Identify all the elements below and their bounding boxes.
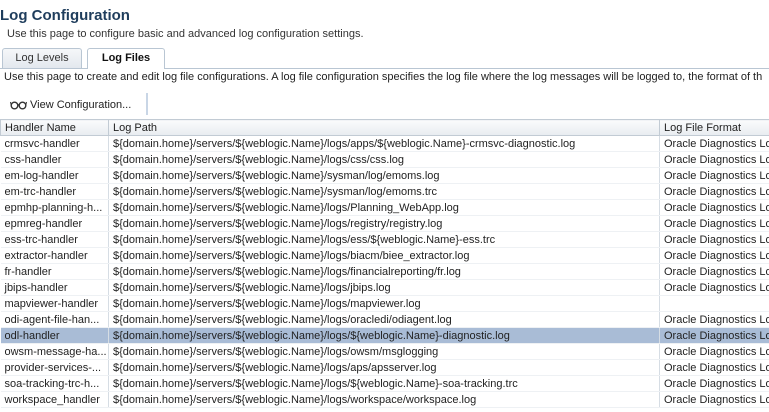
cell-log-file-format: Oracle Diagnostics Log [659, 199, 769, 216]
toolbar: View Configuration... [0, 93, 148, 115]
table-row[interactable]: ess-trc-handler ${domain.home}/servers/${… [0, 231, 769, 248]
tab-bar: Log Levels Log Files [0, 47, 769, 69]
cell-log-path: ${domain.home}/servers/${weblogic.Name}/… [108, 327, 660, 344]
cell-log-path: ${domain.home}/servers/${weblogic.Name}/… [108, 135, 660, 152]
cell-log-path: ${domain.home}/servers/${weblogic.Name}/… [108, 295, 660, 312]
table-row[interactable]: mapviewer-handler ${domain.home}/servers/… [0, 295, 769, 312]
cell-log-path: ${domain.home}/servers/${weblogic.Name}/… [108, 199, 660, 216]
page-description: Use this page to create and edit log fil… [4, 71, 763, 83]
cell-log-path: ${domain.home}/servers/${weblogic.Name}/… [108, 231, 660, 248]
cell-log-path: ${domain.home}/servers/${weblogic.Name}/… [108, 263, 660, 280]
table-row[interactable]: jbips-handler ${domain.home}/servers/${we… [0, 279, 769, 296]
page-subtitle: Use this page to configure basic and adv… [7, 28, 364, 40]
tab-log-levels[interactable]: Log Levels [2, 48, 82, 68]
cell-handler-name: epmhp-planning-h... [0, 199, 109, 216]
column-header-log-file-format[interactable]: Log File Format [659, 119, 769, 136]
cell-log-file-format: Oracle Diagnostics Log [659, 167, 769, 184]
table-row[interactable]: workspace_handler ${domain.home}/servers/… [0, 391, 769, 408]
view-configuration-label: View Configuration... [30, 99, 132, 111]
cell-handler-name: provider-services-... [0, 359, 109, 376]
cell-log-path: ${domain.home}/servers/${weblogic.Name}/… [108, 167, 660, 184]
cell-handler-name: extractor-handler [0, 247, 109, 264]
cell-log-file-format: Oracle Diagnostics Log [659, 135, 769, 152]
cell-handler-name: workspace_handler [0, 391, 109, 408]
table-row[interactable]: provider-services-... ${domain.home}/serv… [0, 359, 769, 376]
cell-log-file-format: Oracle Diagnostics Log [659, 151, 769, 168]
cell-log-file-format: Oracle Diagnostics Log [659, 263, 769, 280]
table-row[interactable]: owsm-message-ha... ${domain.home}/servers… [0, 343, 769, 360]
page-title: Log Configuration [0, 7, 130, 24]
table-row[interactable]: epmhp-planning-h... ${domain.home}/server… [0, 199, 769, 216]
cell-handler-name: odl-handler [0, 327, 109, 344]
cell-log-path: ${domain.home}/servers/${weblogic.Name}/… [108, 375, 660, 392]
view-configuration-button[interactable]: View Configuration... [10, 97, 131, 113]
log-files-table: Handler Name Log Path Log File Format cr… [0, 119, 769, 408]
cell-log-file-format [659, 295, 769, 312]
table-row[interactable]: extractor-handler ${domain.home}/servers/… [0, 247, 769, 264]
cell-log-file-format: Oracle Diagnostics Log [659, 183, 769, 200]
tab-log-files[interactable]: Log Files [87, 48, 165, 69]
cell-handler-name: em-trc-handler [0, 183, 109, 200]
cell-handler-name: fr-handler [0, 263, 109, 280]
table-row[interactable]: crmsvc-handler ${domain.home}/servers/${w… [0, 135, 769, 152]
cell-log-path: ${domain.home}/servers/${weblogic.Name}/… [108, 359, 660, 376]
table-row[interactable]: css-handler ${domain.home}/servers/${webl… [0, 151, 769, 168]
table-row[interactable]: em-log-handler ${domain.home}/servers/${w… [0, 167, 769, 184]
cell-handler-name: mapviewer-handler [0, 295, 109, 312]
table-row[interactable]: soa-tracking-trc-h... ${domain.home}/serv… [0, 375, 769, 392]
table-row[interactable]: epmreg-handler ${domain.home}/servers/${w… [0, 215, 769, 232]
cell-log-path: ${domain.home}/servers/${weblogic.Name}/… [108, 215, 660, 232]
cell-log-file-format: Oracle Diagnostics Log [659, 359, 769, 376]
cell-log-path: ${domain.home}/servers/${weblogic.Name}/… [108, 391, 660, 408]
cell-log-file-format: Oracle Diagnostics Log [659, 375, 769, 392]
cell-log-file-format: Oracle Diagnostics Log [659, 343, 769, 360]
cell-log-file-format: Oracle Diagnostics Log [659, 279, 769, 296]
column-header-log-path[interactable]: Log Path [108, 119, 660, 136]
cell-log-file-format: Oracle Diagnostics Log [659, 391, 769, 408]
cell-handler-name: epmreg-handler [0, 215, 109, 232]
cell-handler-name: odi-agent-file-han... [0, 311, 109, 328]
cell-handler-name: soa-tracking-trc-h... [0, 375, 109, 392]
cell-log-file-format: Oracle Diagnostics Log [659, 231, 769, 248]
cell-log-path: ${domain.home}/servers/${weblogic.Name}/… [108, 183, 660, 200]
cell-log-path: ${domain.home}/servers/${weblogic.Name}/… [108, 247, 660, 264]
cell-log-file-format: Oracle Diagnostics Log [659, 215, 769, 232]
cell-log-file-format: Oracle Diagnostics Log [659, 311, 769, 328]
cell-log-path: ${domain.home}/servers/${weblogic.Name}/… [108, 151, 660, 168]
cell-log-path: ${domain.home}/servers/${weblogic.Name}/… [108, 311, 660, 328]
table-header-row: Handler Name Log Path Log File Format [0, 119, 769, 136]
table-row[interactable]: odi-agent-file-han... ${domain.home}/serv… [0, 311, 769, 328]
cell-handler-name: crmsvc-handler [0, 135, 109, 152]
cell-log-file-format: Oracle Diagnostics Log [659, 247, 769, 264]
column-header-handler-name[interactable]: Handler Name [0, 119, 109, 136]
cell-handler-name: em-log-handler [0, 167, 109, 184]
glasses-icon [10, 101, 27, 110]
table-row[interactable]: fr-handler ${domain.home}/servers/${weblo… [0, 263, 769, 280]
cell-handler-name: owsm-message-ha... [0, 343, 109, 360]
cell-log-file-format: Oracle Diagnostics Log [659, 327, 769, 344]
cell-handler-name: css-handler [0, 151, 109, 168]
cell-log-path: ${domain.home}/servers/${weblogic.Name}/… [108, 279, 660, 296]
table-row[interactable]: odl-handler ${domain.home}/servers/${webl… [0, 327, 769, 344]
cell-log-path: ${domain.home}/servers/${weblogic.Name}/… [108, 343, 660, 360]
cell-handler-name: ess-trc-handler [0, 231, 109, 248]
cell-handler-name: jbips-handler [0, 279, 109, 296]
table-row[interactable]: em-trc-handler ${domain.home}/servers/${w… [0, 183, 769, 200]
